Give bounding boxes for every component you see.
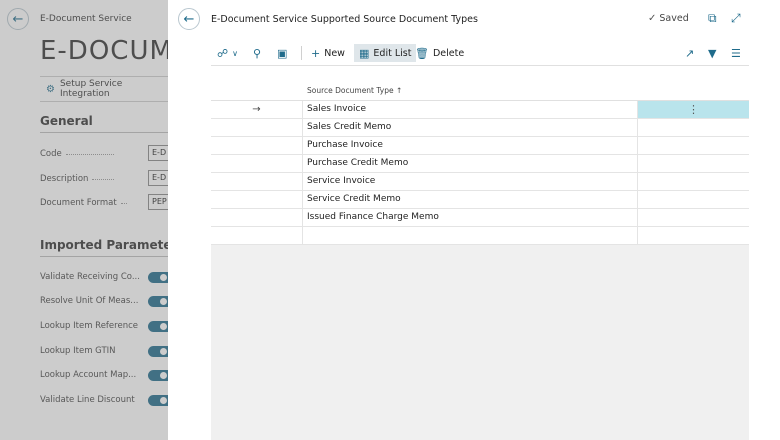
checkmark-icon: ✓ [648,13,657,24]
row-menu-cell [638,173,749,190]
source-document-type-cell[interactable]: Sales Invoice [303,101,638,118]
filter-button[interactable]: ▼ [708,44,716,62]
source-document-type-cell[interactable]: Purchase Credit Memo [303,155,638,172]
source-document-type-cell[interactable]: Sales Credit Memo [303,119,638,136]
row-marker [211,173,303,190]
source-document-type-cell[interactable]: Issued Finance Charge Memo [303,209,638,226]
row-marker [211,227,303,244]
action-bar: ☍ ∨ ⚲ ▣ + New ▦ Edit List 🗑 Delete ↗ ▼ ☰ [211,40,749,66]
edit-list-icon: ▦ [359,46,370,60]
row-marker [211,137,303,154]
show-layout-button[interactable]: ▣ [277,44,287,62]
filter-icon: ▼ [708,46,717,60]
row-menu-cell [638,137,749,154]
row-marker [211,209,303,226]
table-row[interactable]: Sales Credit Memo [211,119,749,137]
modal-overlay [0,0,168,440]
table-row[interactable]: Service Invoice [211,173,749,191]
delete-button[interactable]: 🗑 Delete [415,44,464,62]
row-menu-cell [638,191,749,208]
trash-icon: 🗑 [415,46,429,60]
edit-list-label: Edit List [373,47,412,59]
chevron-down-icon: ∨ [232,48,238,58]
row-menu-cell [638,119,749,136]
table-row[interactable]: Purchase Credit Memo [211,155,749,173]
source-document-type-cell[interactable]: Service Credit Memo [303,191,638,208]
share-button[interactable]: ↗ [685,44,694,62]
search-icon: ⚲ [253,46,262,60]
filter-view-button[interactable]: ☍ ∨ [217,44,238,62]
row-menu-cell [638,155,749,172]
source-document-type-cell[interactable]: Service Invoice [303,173,638,190]
source-document-type-cell[interactable]: Purchase Invoice [303,137,638,154]
list-icon: ☰ [731,46,741,60]
saved-label: Saved [659,13,689,24]
source-document-types-table: → Sales Invoice ⋮ Sales Credit Memo Purc… [211,100,749,245]
dialog-title: E-Document Service Supported Source Docu… [211,14,478,25]
back-arrow-icon[interactable]: ← [178,8,200,30]
share-icon: ↗ [685,46,695,60]
row-marker-arrow-icon: → [211,101,303,118]
row-menu-icon[interactable]: ⋮ [638,101,749,118]
saved-status: ✓ Saved [648,13,689,24]
row-marker [211,155,303,172]
toolbar-divider [301,46,302,60]
open-in-new-window-icon[interactable]: ⧉ [708,11,717,26]
plus-icon: + [311,46,321,60]
funnel-view-icon: ☍ [217,46,229,60]
table-row-empty[interactable] [211,227,749,245]
table-row[interactable]: Service Credit Memo [211,191,749,209]
expand-icon[interactable]: ⤢ [731,11,741,26]
layout-icon: ▣ [277,46,288,60]
row-menu-cell [638,209,749,226]
new-label: New [324,47,345,59]
delete-label: Delete [432,47,465,59]
row-marker [211,119,303,136]
supported-doc-types-dialog: ← E-Document Service Supported Source Do… [168,0,780,440]
search-button[interactable]: ⚲ [253,44,261,62]
table-row[interactable]: Issued Finance Charge Memo [211,209,749,227]
table-row[interactable]: → Sales Invoice ⋮ [211,101,749,119]
row-marker [211,191,303,208]
list-view-button[interactable]: ☰ [731,44,741,62]
new-button[interactable]: + New [311,44,345,62]
table-row[interactable]: Purchase Invoice [211,137,749,155]
column-header-source-document-type[interactable]: Source Document Type ↑ [307,86,402,95]
row-menu-cell [638,227,749,244]
edit-list-button[interactable]: ▦ Edit List [354,44,417,62]
source-document-type-cell[interactable] [303,227,638,244]
